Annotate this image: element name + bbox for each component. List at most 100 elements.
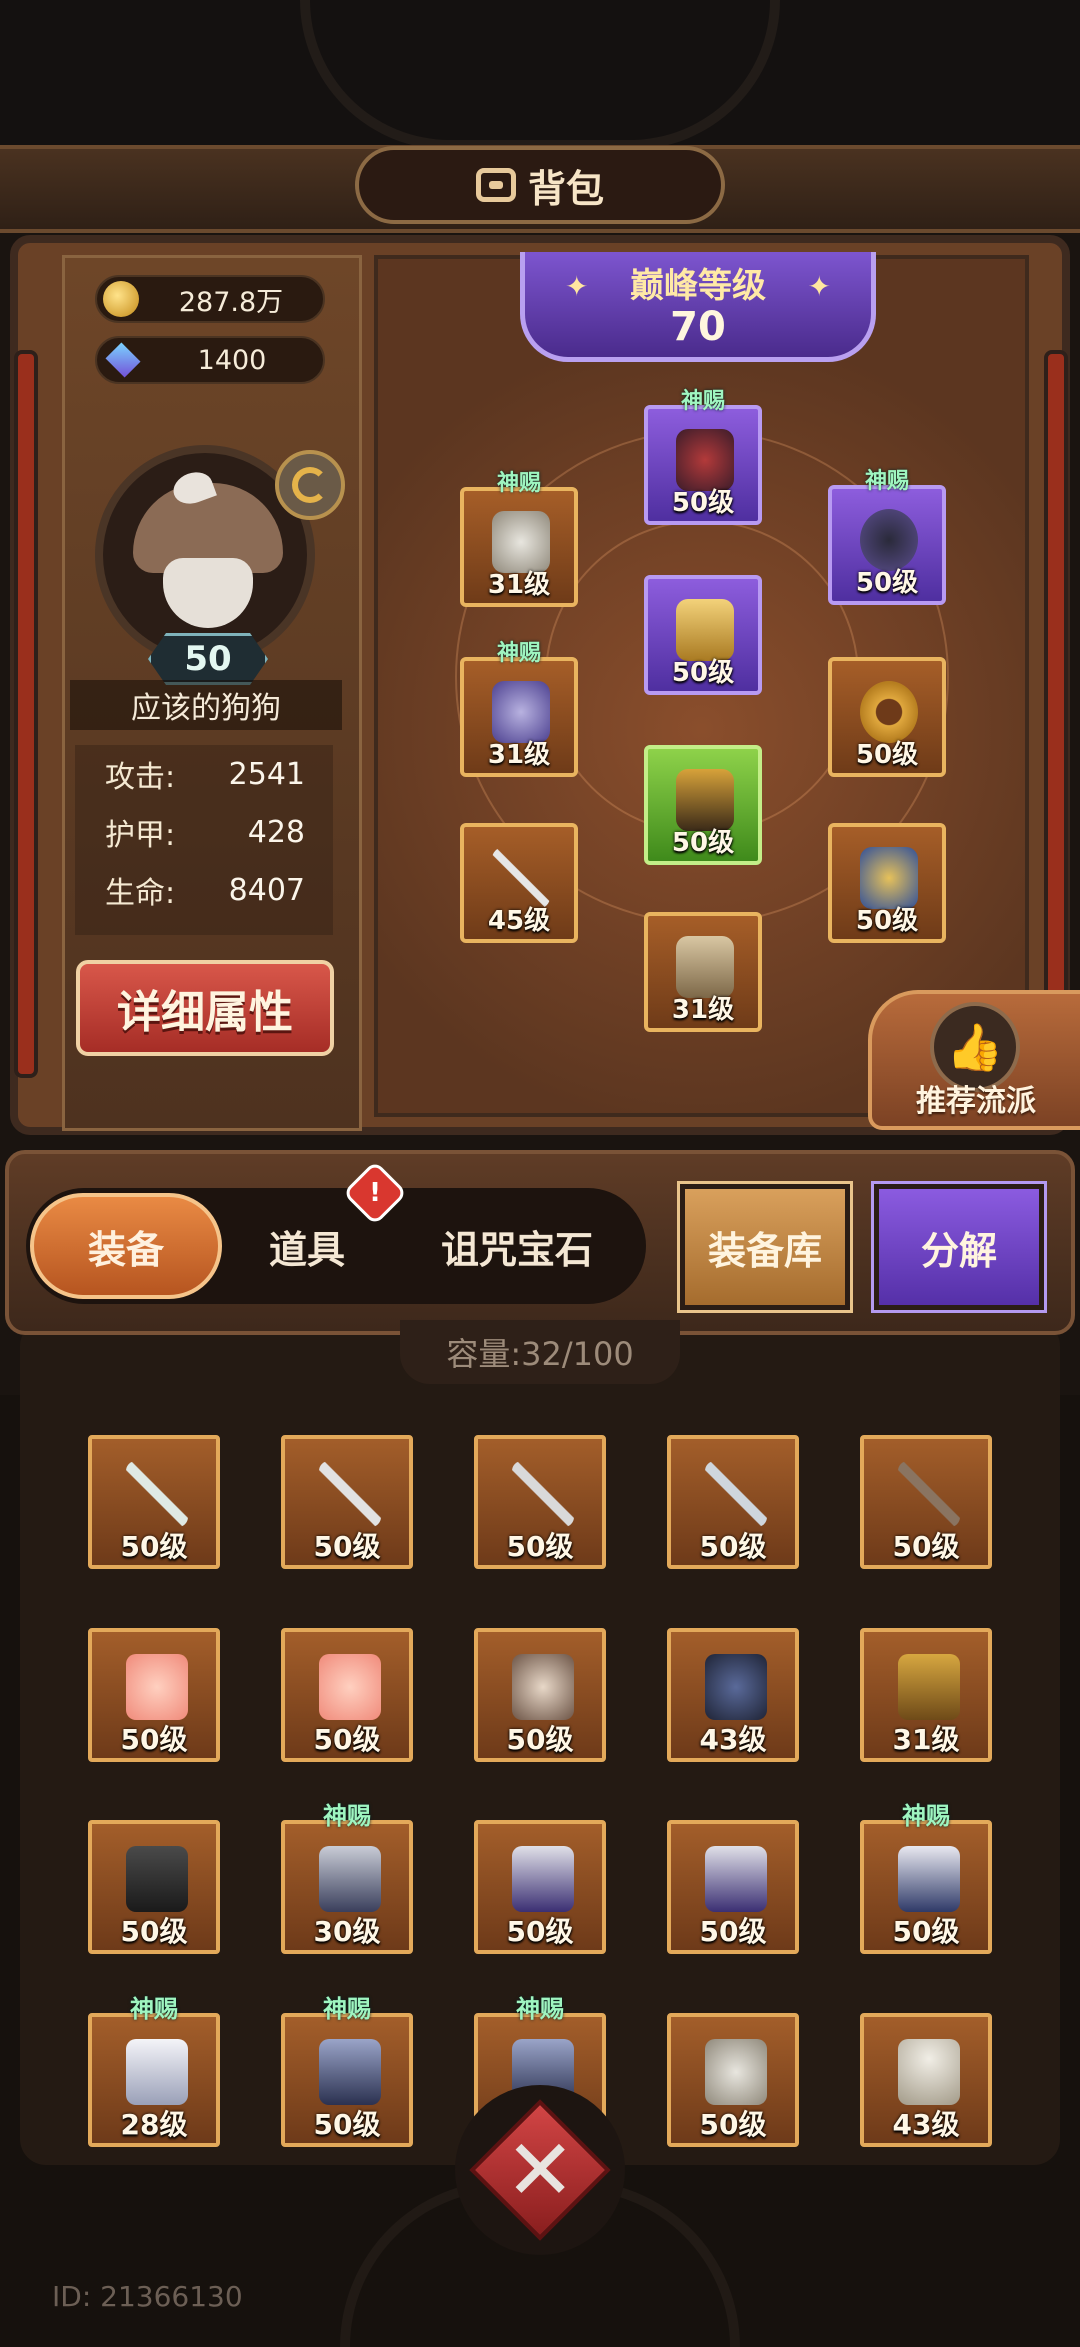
inventory-slot[interactable]: 50级	[667, 1435, 799, 1569]
tab-equipment[interactable]: 装备	[30, 1193, 222, 1299]
item-level: 50级	[699, 1530, 767, 1563]
gem-amount: 1400	[197, 344, 267, 376]
gem-display: 1400	[95, 336, 325, 384]
page-title: 背包	[527, 166, 604, 211]
item-level: 50级	[855, 740, 919, 770]
stat-value: 2541	[228, 756, 305, 792]
item-level: 43级	[699, 1723, 767, 1756]
item-level: 50级	[892, 1915, 960, 1948]
equip-slot-armor[interactable]: 50级	[644, 575, 762, 695]
item-level: 28级	[120, 2108, 188, 2141]
inventory-slot[interactable]: 43级	[860, 2013, 992, 2147]
inventory-slot[interactable]: 50级	[474, 1628, 606, 1762]
equip-slot-weapon[interactable]: 45级	[460, 823, 578, 943]
item-level: 50级	[506, 1530, 574, 1563]
stat-value: 428	[247, 814, 305, 850]
item-icon	[319, 1654, 381, 1720]
left-side-bar	[14, 350, 38, 1078]
stat-label: 护甲:	[105, 818, 176, 853]
item-level: 50级	[120, 1915, 188, 1948]
item-level: 50级	[506, 1915, 574, 1948]
peak-level-banner: ✦ ✦ 巅峰等级 70	[520, 252, 876, 362]
inventory-slot[interactable]: 31级	[860, 1628, 992, 1762]
inventory-slot[interactable]: 43级	[667, 1628, 799, 1762]
divine-badge: 神赐	[864, 469, 909, 494]
inventory-slot[interactable]: 神赐 50级	[281, 1995, 413, 2147]
decompose-button[interactable]: 分解	[871, 1181, 1047, 1313]
item-level: 50级	[892, 1530, 960, 1563]
item-icon	[512, 1461, 574, 1527]
inventory-slot[interactable]: 50级	[281, 1435, 413, 1569]
item-icon	[319, 2039, 381, 2105]
item-icon	[126, 1846, 188, 1912]
refresh-icon	[292, 467, 328, 503]
inventory-slot[interactable]: 神赐 28级	[88, 1995, 220, 2147]
equip-slot-boots[interactable]: 31级	[644, 912, 762, 1032]
gold-display: 287.8万	[95, 275, 325, 323]
divine-badge: 神赐	[323, 1802, 371, 1830]
stat-attack: 攻击: 2541	[75, 745, 333, 803]
inventory-slot[interactable]: 50级	[474, 1820, 606, 1954]
equip-slot-gloves[interactable]: 神赐 31级	[460, 641, 578, 777]
equip-slot-shoulder[interactable]: 神赐 31级	[460, 471, 578, 607]
equip-slot-necklace[interactable]: 神赐 50级	[828, 469, 946, 605]
item-icon	[705, 1846, 767, 1912]
inventory-slot[interactable]: 50级	[860, 1435, 992, 1569]
stat-value: 8407	[228, 872, 305, 908]
inventory-slot[interactable]: 50级	[667, 1820, 799, 1954]
item-level: 50级	[313, 2108, 381, 2141]
stat-label: 攻击:	[105, 760, 176, 795]
item-level: 43级	[892, 2108, 960, 2141]
inventory-slot[interactable]: 50级	[281, 1628, 413, 1762]
item-icon	[512, 1654, 574, 1720]
divine-badge: 神赐	[516, 1995, 564, 2023]
item-level: 31级	[892, 1723, 960, 1756]
item-icon	[898, 1846, 960, 1912]
inventory-slot[interactable]: 50级	[88, 1628, 220, 1762]
item-level: 50级	[120, 1723, 188, 1756]
item-level: 31级	[487, 570, 551, 600]
item-icon	[512, 1846, 574, 1912]
item-icon	[126, 1654, 188, 1720]
item-level: 45级	[487, 906, 551, 936]
item-level: 50级	[506, 1723, 574, 1756]
item-icon	[126, 2039, 188, 2105]
item-icon	[319, 1461, 381, 1527]
tab-curse-gems[interactable]: 诅咒宝石	[412, 1193, 622, 1299]
item-icon	[898, 1461, 960, 1527]
item-level: 50级	[671, 658, 735, 688]
divine-badge: 神赐	[902, 1802, 950, 1830]
gold-amount: 287.8万	[178, 286, 284, 318]
inventory-slot[interactable]: 50级	[88, 1820, 220, 1954]
change-avatar-button[interactable]	[275, 450, 345, 520]
equipment-storage-button[interactable]: 装备库	[677, 1181, 853, 1313]
inventory-slot[interactable]: 神赐 50级	[860, 1802, 992, 1954]
equip-slot-helmet[interactable]: 神赐 50级	[644, 389, 762, 525]
equip-slot-trinket[interactable]: 50级	[828, 823, 946, 943]
stats-box: 攻击: 2541 护甲: 428 生命: 8407	[75, 745, 333, 935]
star-icon: ✦	[565, 270, 589, 303]
item-icon	[126, 1461, 188, 1527]
divine-badge: 神赐	[130, 1995, 178, 2023]
avatar-face	[163, 558, 253, 628]
close-icon: ✕	[504, 2120, 576, 2219]
item-level: 50级	[671, 828, 735, 858]
inventory-slot[interactable]: 50级	[667, 2013, 799, 2147]
inventory-slot[interactable]: 50级	[474, 1435, 606, 1569]
equip-slot-ring[interactable]: 50级	[828, 657, 946, 777]
item-level: 31级	[671, 995, 735, 1025]
inventory-slot[interactable]: 神赐 30级	[281, 1802, 413, 1954]
recommend-build-label: 推荐流派	[916, 1084, 1036, 1119]
star-icon: ✦	[807, 270, 831, 303]
recommend-build-button[interactable]: 👍 推荐流派	[868, 990, 1080, 1130]
item-icon	[705, 1654, 767, 1720]
inventory-slot[interactable]: 50级	[88, 1435, 220, 1569]
item-level: 31级	[487, 740, 551, 770]
player-level-badge: 50	[148, 633, 268, 685]
detailed-attributes-button[interactable]: 详细属性	[76, 960, 334, 1056]
item-level: 50级	[120, 1530, 188, 1563]
gold-coin-icon	[103, 281, 139, 317]
close-button[interactable]: ✕	[455, 2085, 625, 2255]
equip-slot-belt[interactable]: 50级	[644, 745, 762, 865]
item-level: 50级	[699, 1915, 767, 1948]
